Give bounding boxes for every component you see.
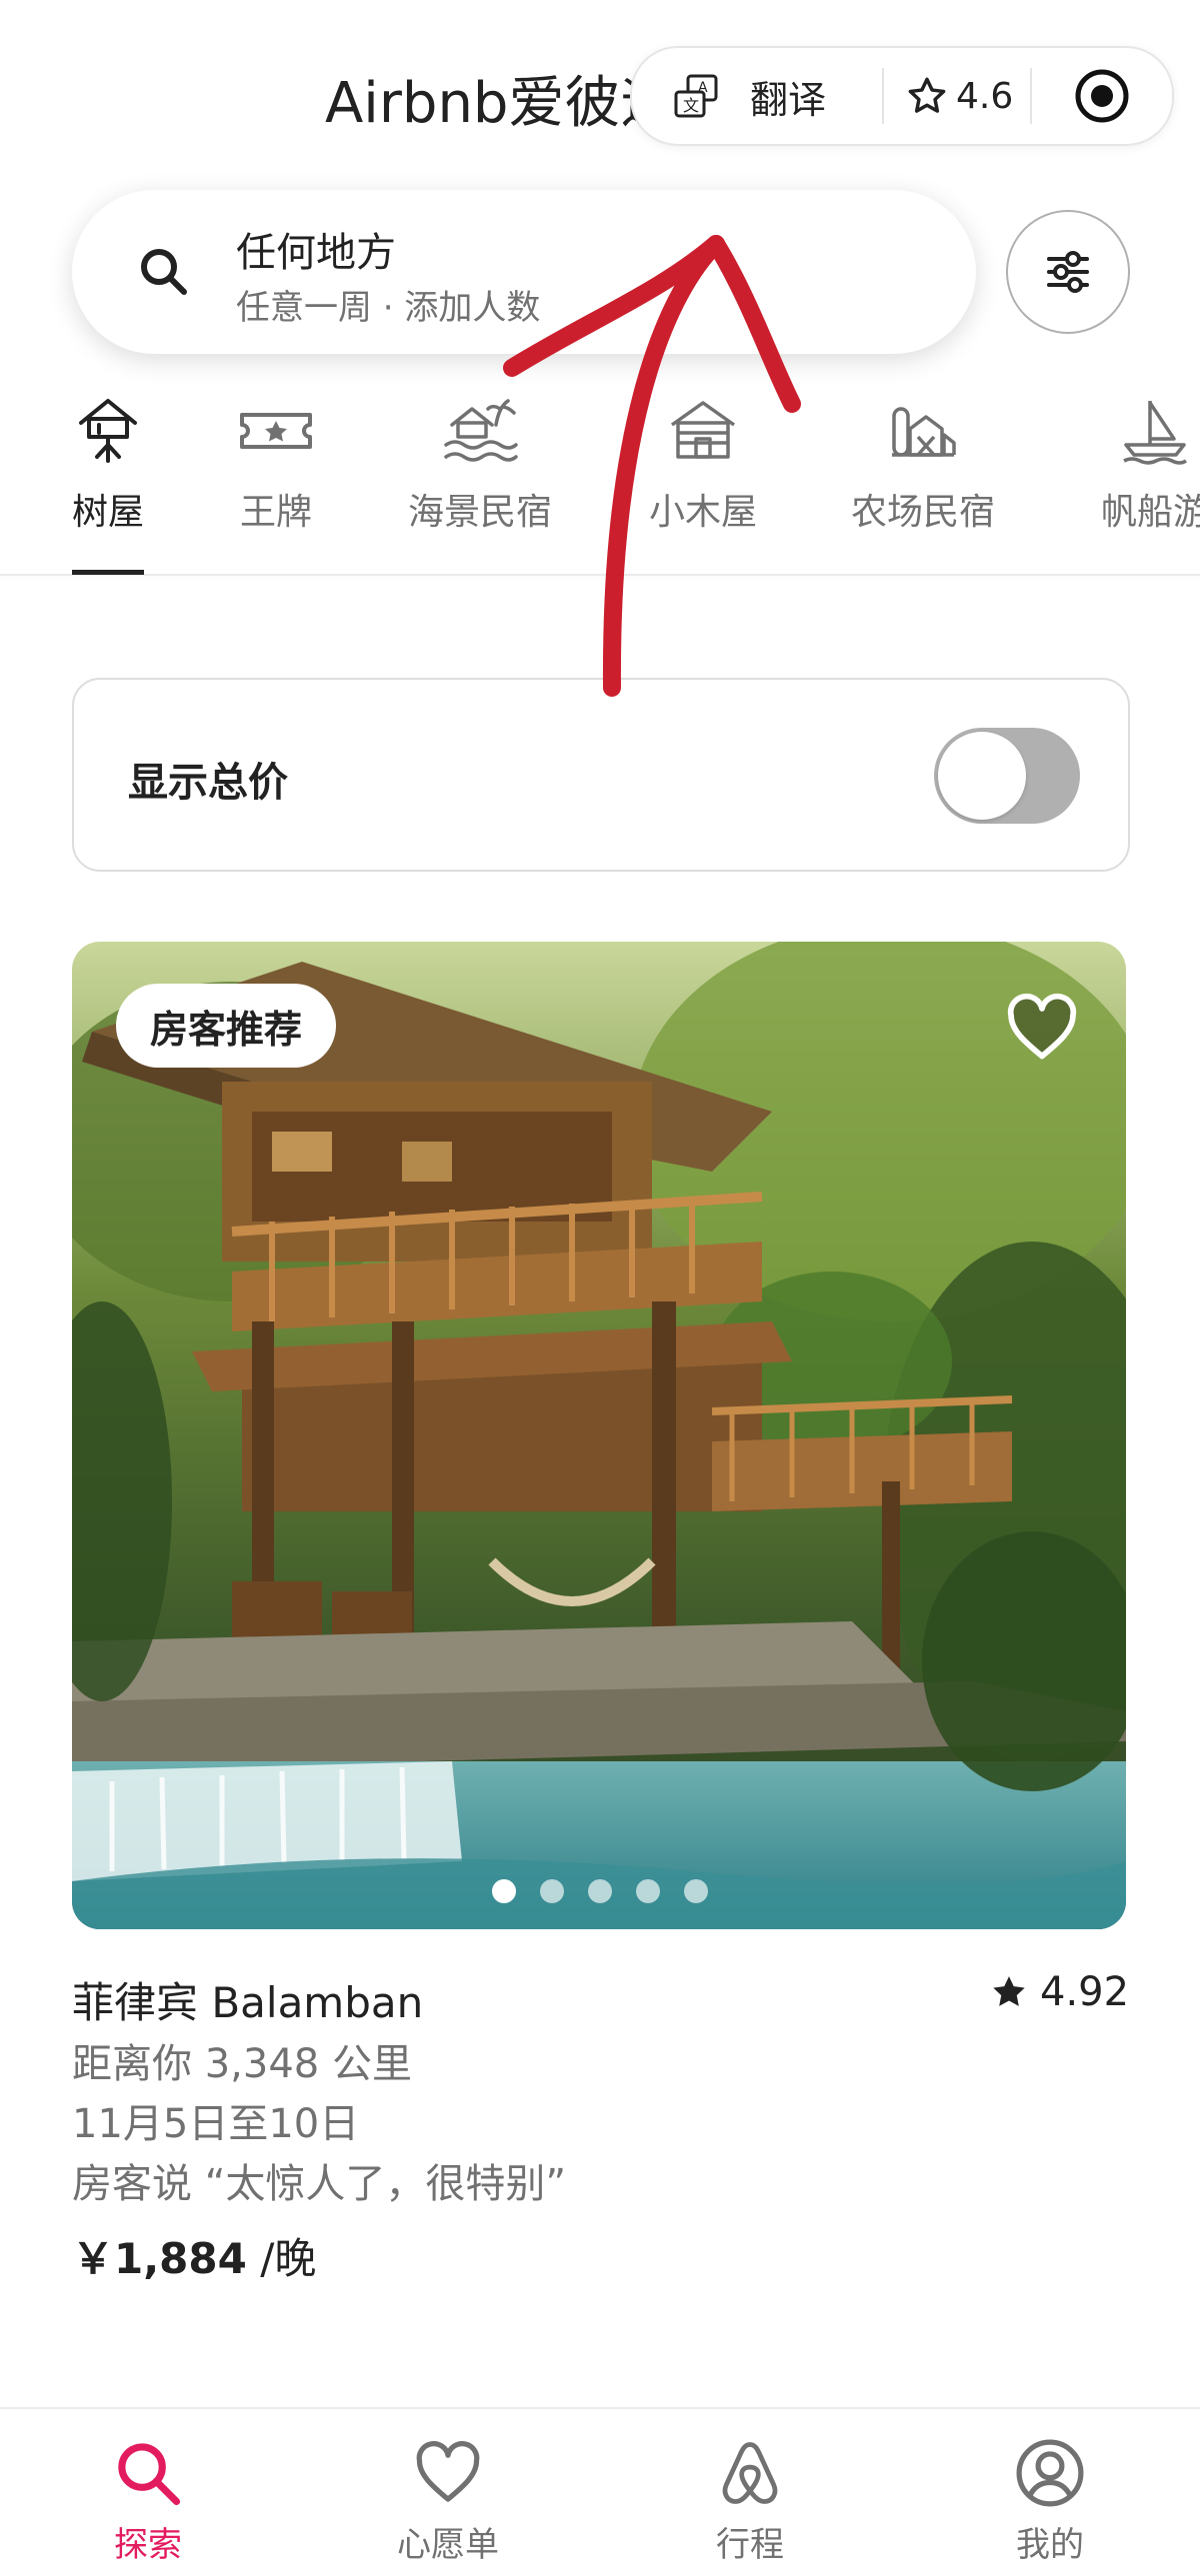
- star-icon: [993, 1976, 1025, 2006]
- translate-icon: 文 A: [674, 74, 718, 118]
- pagination-dot[interactable]: [636, 1879, 660, 1903]
- category-beach-house[interactable]: 海景民宿: [400, 395, 560, 535]
- category-label: 树屋: [71, 492, 144, 533]
- sailboat-icon: [1123, 401, 1187, 465]
- svg-text:A: A: [698, 80, 708, 96]
- filter-button[interactable]: [1006, 210, 1130, 334]
- category-farm[interactable]: 农场民宿: [848, 395, 998, 535]
- heart-icon: [416, 2441, 480, 2502]
- listing-review-quote: 房客说 “太惊人了，很特别”: [72, 2161, 567, 2207]
- heart-outline-icon: [1007, 993, 1077, 1060]
- search-destination: 任何地方: [236, 230, 396, 276]
- pagination-dot[interactable]: [684, 1879, 708, 1903]
- listing-photo[interactable]: 房客推荐: [72, 942, 1126, 1929]
- search-bar[interactable]: 任何地方 任意一周 · 添加人数: [72, 190, 976, 354]
- category-label: 海景民宿: [407, 492, 552, 533]
- capsule-divider: [882, 68, 884, 124]
- category-treehouse[interactable]: 树屋: [58, 395, 158, 535]
- total-price-card: 显示总价: [72, 678, 1130, 872]
- nav-wishlist[interactable]: 心愿单: [348, 2435, 548, 2566]
- pagination-dot[interactable]: [540, 1879, 564, 1903]
- pagination-dot[interactable]: [588, 1879, 612, 1903]
- treehouse-photo: [72, 942, 1126, 1929]
- treehouse-icon: [79, 399, 137, 463]
- capsule-divider: [1030, 68, 1032, 124]
- nav-label: 心愿单: [397, 2525, 499, 2565]
- total-price-toggle[interactable]: [934, 728, 1080, 824]
- svg-text:文: 文: [683, 96, 699, 115]
- category-icons[interactable]: 王牌: [226, 395, 326, 535]
- category-divider: [0, 574, 1200, 576]
- listing-distance: 距离你 3,348 公里: [72, 2041, 412, 2087]
- category-sailboat[interactable]: 帆船游: [1090, 395, 1200, 535]
- app-title: Airbnb爱彼迎: [325, 71, 677, 136]
- toggle-knob: [938, 732, 1026, 820]
- translate-label: 翻译: [750, 77, 827, 122]
- record-circle-icon: [1075, 69, 1129, 123]
- price-amount: ￥1,884: [72, 2234, 247, 2283]
- beach-house-icon: [444, 399, 518, 462]
- profile-icon: [1016, 2439, 1084, 2507]
- total-price-label: 显示总价: [128, 760, 288, 806]
- search-icon: [132, 240, 196, 304]
- translate-button[interactable]: 文 A 翻译: [672, 66, 826, 126]
- category-bar: 树屋 王牌 海景民宿 小木屋 农场民宿 帆船游: [0, 395, 1200, 575]
- nav-label: 我的: [1016, 2525, 1084, 2565]
- category-label: 农场民宿: [850, 492, 995, 533]
- nav-profile[interactable]: 我的: [950, 2435, 1150, 2566]
- farm-icon: [892, 407, 956, 457]
- price-unit: /晚: [246, 2234, 317, 2283]
- nav-label: 行程: [716, 2525, 784, 2565]
- close-miniprogram-button[interactable]: [1074, 68, 1130, 124]
- listing-rating: 4.92: [990, 1969, 1129, 2015]
- bottom-nav: 探索 心愿单 行程 我的: [0, 2407, 1200, 2576]
- sliders-icon: [1047, 251, 1089, 293]
- pagination-dot[interactable]: [492, 1879, 516, 1903]
- rating-button[interactable]: 4.6: [906, 66, 1013, 126]
- listing-dates: 11月5日至10日: [72, 2101, 360, 2147]
- search-subtitle: 任意一周 · 添加人数: [236, 288, 541, 328]
- photo-pagination-dots: [492, 1879, 708, 1903]
- star-outline-icon: [908, 77, 946, 113]
- save-to-wishlist-button[interactable]: [1004, 990, 1080, 1066]
- airbnb-logo-icon: [722, 2442, 778, 2504]
- category-cabin[interactable]: 小木屋: [628, 395, 778, 535]
- guest-favorite-badge: 房客推荐: [116, 984, 337, 1068]
- nav-trips[interactable]: 行程: [650, 2435, 850, 2566]
- mini-program-rating: 4.6: [956, 75, 1014, 117]
- search-icon: [118, 2443, 181, 2506]
- mini-program-capsule: 文 A 翻译 4.6: [630, 46, 1174, 146]
- category-label: 小木屋: [648, 492, 757, 533]
- cabin-icon: [670, 401, 736, 459]
- listing-location[interactable]: 菲律宾 Balamban: [72, 1969, 423, 2030]
- category-label: 帆船游: [1100, 492, 1200, 533]
- nav-explore[interactable]: 探索: [48, 2435, 248, 2566]
- nav-label: 探索: [114, 2525, 182, 2565]
- listing-price: ￥1,884 /晚: [72, 2225, 316, 2286]
- active-category-indicator: [72, 570, 144, 575]
- ticket-star-icon: [240, 413, 312, 449]
- listing-rating-value: 4.92: [1040, 1969, 1130, 2015]
- category-label: 王牌: [239, 492, 312, 533]
